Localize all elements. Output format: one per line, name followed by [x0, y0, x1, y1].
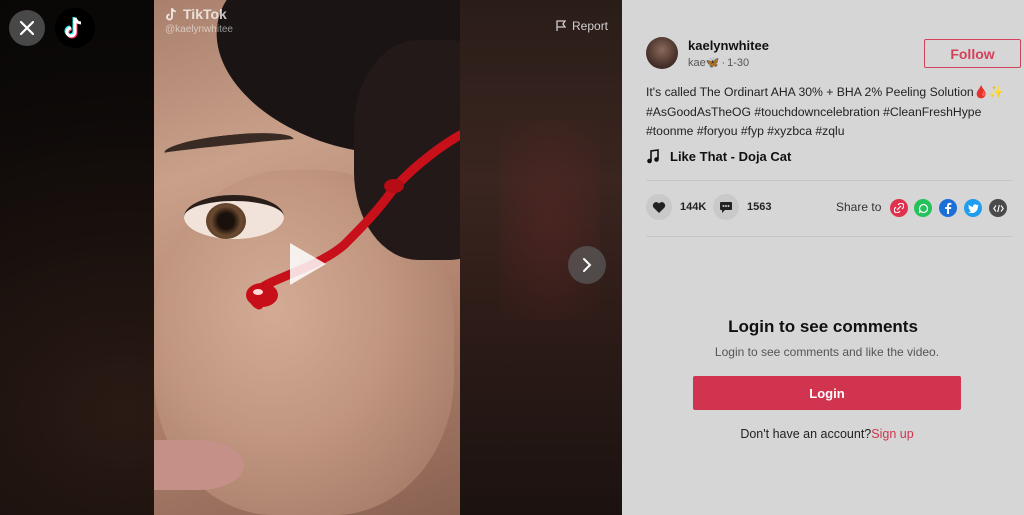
divider	[646, 180, 1012, 181]
share-label: Share to	[836, 200, 882, 214]
tiktok-logo[interactable]	[55, 8, 95, 48]
hashtags[interactable]: #AsGoodAsTheOG #touchdowncelebration #Cl…	[646, 103, 1016, 142]
chevron-right-icon	[583, 258, 592, 272]
next-video-button[interactable]	[568, 246, 606, 284]
nickname: kae🦋	[688, 57, 720, 69]
no-account-text: Don't have an account?	[740, 427, 872, 441]
tiktok-watermark-icon	[166, 7, 176, 20]
report-label: Report	[572, 19, 609, 33]
watermark-brand: TikTok	[183, 6, 227, 22]
embed-share-button[interactable]	[989, 199, 1007, 217]
date-separator: ·	[721, 56, 726, 69]
flag-icon	[556, 20, 567, 31]
whatsapp-share-button[interactable]	[914, 199, 932, 217]
twitter-share-button[interactable]	[964, 199, 982, 217]
avatar[interactable]	[646, 37, 678, 69]
close-button[interactable]	[9, 10, 45, 46]
link-icon	[894, 203, 904, 213]
details-panel: kaelynwhitee kae🦋 · 1-30 Follow It's cal…	[622, 0, 1024, 515]
signup-prompt: Don't have an account?Sign up	[622, 427, 1024, 441]
tiktok-icon	[64, 17, 82, 39]
author-subline: kae🦋 · 1-30	[688, 56, 750, 70]
video-description: It's called The Ordinart AHA 30% + BHA 2…	[646, 83, 1016, 142]
facebook-share-button[interactable]	[939, 199, 957, 217]
heart-icon	[646, 194, 672, 220]
close-icon	[19, 20, 35, 36]
engagement-bar: 144K 1563 Share to	[646, 194, 1012, 222]
twitter-icon	[967, 203, 979, 213]
login-prompt-title: Login to see comments	[728, 317, 918, 336]
whatsapp-icon	[918, 203, 928, 213]
music-link[interactable]: Like That - Doja Cat	[646, 149, 791, 164]
music-note-icon	[647, 149, 659, 164]
login-button[interactable]: Login	[693, 376, 961, 410]
video-watermark: TikTok @kaelynwhitee	[165, 6, 233, 35]
username[interactable]: kaelynwhitee	[688, 38, 769, 53]
embed-code-icon	[992, 204, 1004, 212]
video-player-area[interactable]: TikTok @kaelynwhitee Report	[0, 0, 622, 515]
post-date: 1-30	[727, 56, 750, 69]
signup-link[interactable]: Sign up	[871, 427, 913, 441]
like-stat[interactable]: 144K	[646, 194, 706, 220]
like-count: 144K	[680, 201, 707, 213]
report-button[interactable]: Report	[556, 19, 608, 33]
comment-count: 1563	[747, 201, 772, 213]
login-prompt-subtitle: Login to see comments and like the video…	[714, 345, 940, 359]
description-text: It's called The Ordinart AHA 30% + BHA 2…	[646, 85, 1004, 99]
watermark-handle: @kaelynwhitee	[165, 24, 233, 35]
copy-link-share-button[interactable]	[890, 199, 908, 217]
comment-stat[interactable]: 1563	[713, 194, 771, 220]
follow-button[interactable]: Follow	[924, 39, 1021, 68]
comment-icon	[713, 194, 739, 220]
play-icon[interactable]	[290, 243, 326, 285]
facebook-icon	[945, 202, 952, 214]
music-title: Like That - Doja Cat	[670, 149, 792, 164]
divider	[646, 236, 1012, 237]
